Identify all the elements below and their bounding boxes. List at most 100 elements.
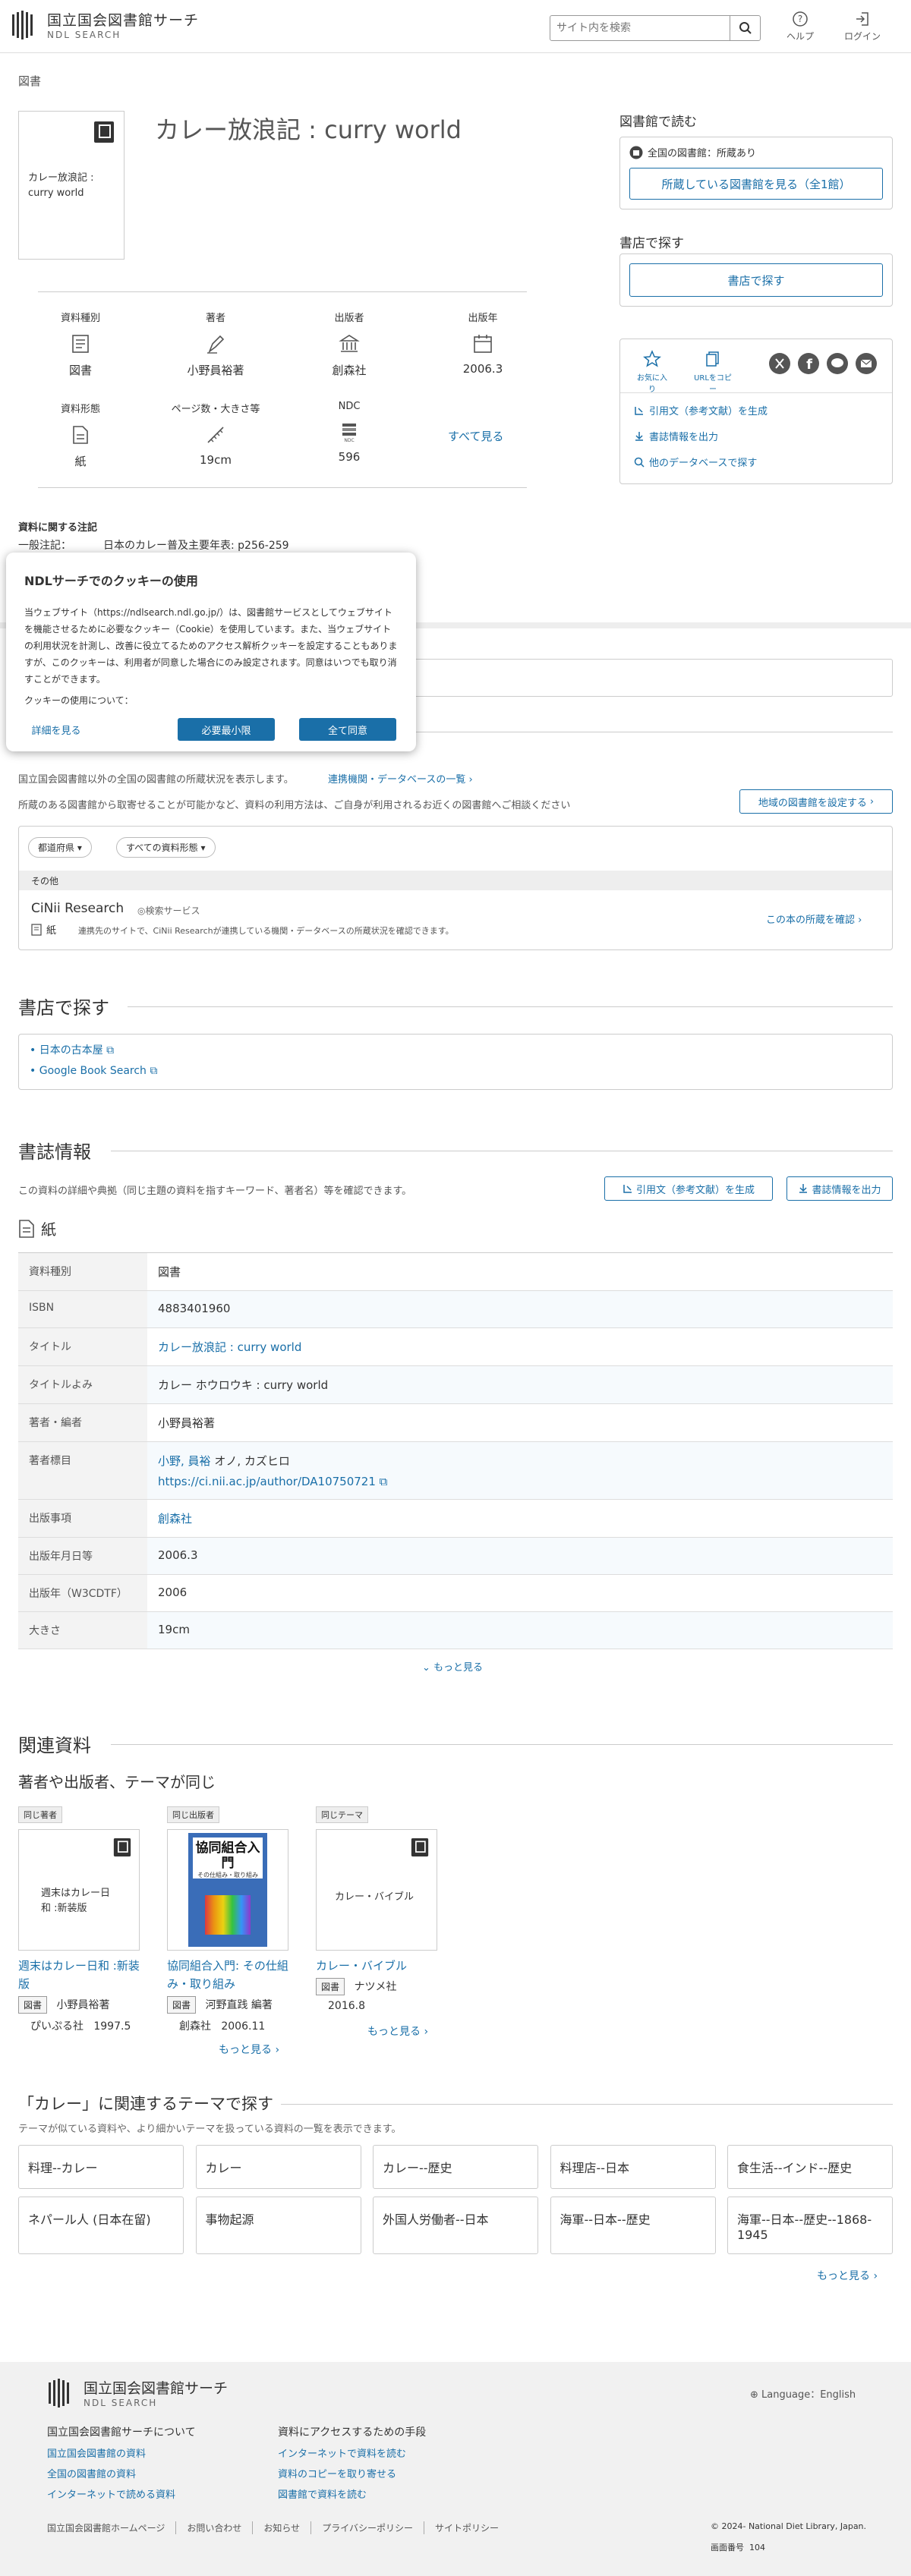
see-all-link[interactable]: すべて見る [448, 428, 503, 444]
related-card[interactable]: 同じ著者 週末はカレー日和 :新装版 週末はカレー日和 :新装版 図書 小野員裕… [18, 1806, 140, 2033]
theme-tag[interactable]: 海軍--日本--歴史--1868-1945 [727, 2197, 893, 2254]
footer-link[interactable]: インターネットで資料を読む [278, 2445, 406, 2460]
partner-link[interactable]: 連携機関・データベースの一覧 › [328, 771, 473, 786]
mail-share-icon[interactable] [856, 353, 877, 374]
login-link[interactable]: ログイン [844, 11, 881, 43]
facet-item: NDC NDC 596 [282, 401, 416, 464]
divider [38, 487, 527, 488]
bib-value: 創森社 [147, 1500, 893, 1537]
footer-link[interactable]: 全国の図書館の資料 [47, 2466, 175, 2480]
themes-more-link[interactable]: もっと見る › [817, 2268, 878, 2283]
cover-image-subtitle: その仕組み・取り組み [197, 1872, 258, 1878]
copy-url-button[interactable]: URLをコピー [692, 350, 734, 394]
bookstore-link-google[interactable]: • Google Book Search ⧉ [30, 1065, 157, 1077]
cite-link[interactable]: 引用文（参考文献）を生成 [634, 403, 768, 417]
theme-tag[interactable]: 事物起源 [195, 2197, 361, 2254]
footer-link[interactable]: インターネットで読める資料 [47, 2486, 175, 2501]
region-button[interactable]: 地域の図書館を設定する › [739, 789, 893, 814]
related-badge: 同じ出版者 [167, 1806, 219, 1823]
group-label: その他 [19, 871, 892, 890]
related-title[interactable]: カレー・バイブル [316, 1957, 437, 1975]
help-link[interactable]: ? ヘルプ [786, 11, 814, 43]
search-button[interactable] [730, 16, 760, 40]
facet-item: 出版者 創森社 [282, 310, 416, 378]
footer-bottom-link[interactable]: サイトポリシー [424, 2521, 509, 2534]
divider [38, 291, 527, 292]
cookie-body: 当ウェブサイト（https://ndlsearch.ndl.go.jp/）は、図… [24, 607, 398, 685]
footer-logo[interactable]: 国立国会図書館サーチ NDL SEARCH [47, 2377, 228, 2408]
bib-value-link[interactable]: 創森社 [158, 1512, 192, 1526]
theme-tag[interactable]: カレー [195, 2145, 361, 2189]
author-authority-link[interactable]: https://ci.nii.ac.jp/author/DA10750721 ⧉ [158, 1475, 387, 1488]
favorite-button[interactable]: お気に入り [637, 350, 667, 394]
favorite-label: お気に入り [637, 374, 667, 394]
bib-cite-button[interactable]: 引用文（参考文献）を生成 [604, 1176, 773, 1201]
language-switch[interactable]: ⊕ Language：English [750, 2386, 856, 2401]
format-filter-label: すべての資料形態 [126, 842, 198, 853]
related-title[interactable]: 週末はカレー日和 :新装版 [18, 1957, 140, 1993]
related-more-link[interactable]: もっと見る › [219, 2042, 279, 2057]
holdings-button[interactable]: 所蔵している図書館を見る（全1館） [629, 168, 883, 200]
theme-tag[interactable]: 料理店--日本 [550, 2145, 716, 2189]
footer-bottom-link[interactable]: プライバシーポリシー [311, 2521, 424, 2534]
related-year: 2016.8 [328, 2000, 365, 2012]
prefecture-filter[interactable]: 都道府県 ▾ [28, 837, 92, 858]
site-logo[interactable]: 国立国会図書館サーチ NDL SEARCH [11, 9, 199, 40]
nationwide-status: 全国の図書館：所蔵あり [629, 145, 756, 159]
theme-tag[interactable]: 海軍--日本--歴史 [550, 2197, 716, 2254]
other-db-link[interactable]: 他のデータベースで探す [634, 455, 757, 469]
footer-link[interactable]: 図書館で資料を読む [278, 2486, 406, 2501]
cover-image-title: 協同組合入門 [195, 1841, 260, 1871]
footer-link[interactable]: 国立国会図書館の資料 [47, 2445, 175, 2460]
bib-value-link[interactable]: カレー放浪記 : curry world [158, 1340, 301, 1354]
line-share-icon[interactable] [827, 353, 848, 374]
theme-tag[interactable]: カレー--歴史 [373, 2145, 538, 2189]
bib-value: カレー放浪記 : curry world [147, 1328, 893, 1365]
related-cover: 協同組合入門 その仕組み・取り組み [167, 1829, 288, 1951]
cookie-minimum-button[interactable]: 必要最小限 [178, 718, 275, 741]
read-heading: 図書館で読む [619, 115, 697, 130]
shop-button[interactable]: 書店で探す [629, 263, 883, 297]
theme-tag[interactable]: 外国人労働者--日本 [373, 2197, 538, 2254]
related-title[interactable]: 協同組合入門: その仕組み・取り組み [167, 1957, 288, 1993]
bib-value: 小野員裕著 [158, 1416, 216, 1430]
building-icon [337, 332, 361, 356]
bib-more-link[interactable]: ⌄ もっと見る [422, 1659, 483, 1674]
search-input[interactable] [550, 16, 730, 40]
cinii-service: ◎検索サービス [137, 905, 200, 916]
screen-number: 画面番号 104 [711, 2541, 765, 2553]
bib-export-button[interactable]: 書誌情報を出力 [786, 1176, 893, 1201]
cookie-accept-button[interactable]: 全て同意 [299, 718, 396, 741]
help-icon: ? [793, 11, 808, 27]
facet-item: 出版年 2006.3 [416, 310, 550, 376]
bookstore-link-kosho[interactable]: • 日本の古本屋 ⧉ [30, 1042, 114, 1057]
related-card[interactable]: 同じ出版者 協同組合入門 その仕組み・取り組み 協同組合入門: その仕組み・取り… [167, 1806, 288, 2033]
bib-key: 著者標目 [18, 1442, 147, 1499]
bib-value: 2006.3 [147, 1538, 893, 1574]
cinii-name: CiNii Research [31, 901, 125, 916]
calendar-icon [471, 332, 495, 356]
footer-bottom-link[interactable]: お問い合わせ [176, 2521, 254, 2534]
theme-tag[interactable]: ネパール人 (日本在留) [18, 2197, 184, 2254]
related-card[interactable]: 同じテーマ カレー・バイブル カレー・バイブル 図書 ナツメ社 2016.8 [316, 1806, 437, 2012]
footer-bottom-link[interactable]: お知らせ [253, 2521, 312, 2534]
footer-bottom-link[interactable]: 国立国会図書館ホームページ [47, 2521, 177, 2534]
x-share-icon[interactable] [769, 353, 790, 374]
cookie-details-button[interactable]: 詳細を見る [24, 718, 88, 741]
login-label: ログイン [844, 31, 881, 42]
screen-number-value: 104 [749, 2543, 765, 2552]
format-filter[interactable]: すべての資料形態 ▾ [116, 837, 216, 858]
footer-link[interactable]: 資料のコピーを取り寄せる [278, 2466, 406, 2480]
shop-panel: 書店で探す [619, 254, 893, 307]
related-badge: 同じテーマ [316, 1806, 368, 1823]
theme-tag[interactable]: 食生活--インド--歴史 [727, 2145, 893, 2189]
bib-key: タイトルよみ [18, 1366, 147, 1403]
theme-tag[interactable]: 料理--カレー [18, 2145, 184, 2189]
cinii-link[interactable]: この本の所蔵を確認 › [766, 912, 862, 926]
related-more-link[interactable]: もっと見る › [367, 2023, 428, 2039]
search-icon [634, 457, 645, 468]
author-link[interactable]: 小野, 員裕 [158, 1454, 211, 1468]
facebook-share-icon[interactable]: f [798, 353, 819, 374]
bib-row: 出版年月日等 2006.3 [18, 1538, 893, 1575]
export-link[interactable]: 書誌情報を出力 [634, 429, 718, 443]
